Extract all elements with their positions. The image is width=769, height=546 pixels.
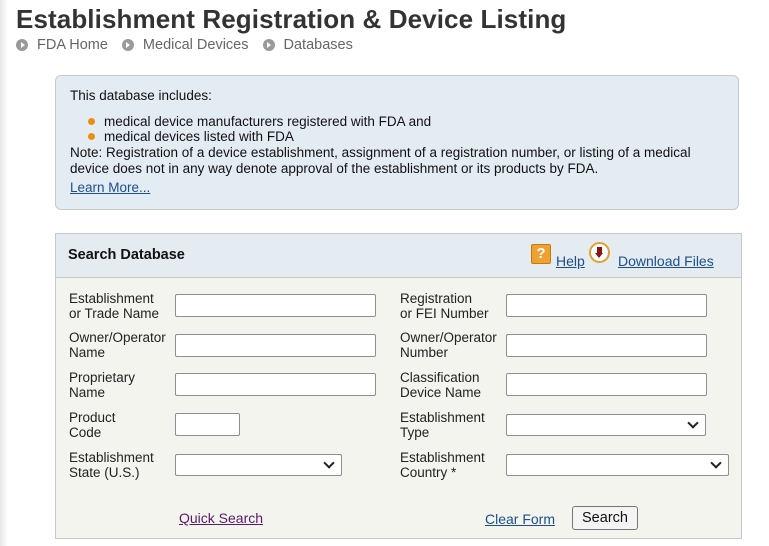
breadcrumb-link-fda-home[interactable]: FDA Home (37, 37, 108, 53)
breadcrumb-item-medical-devices[interactable]: Medical Devices (121, 37, 249, 53)
info-list: medical device manufacturers registered … (70, 114, 724, 144)
establishment-state-label: Establishment State (U.S.) (69, 450, 154, 480)
establishment-name-label: Establishment or Trade Name (69, 291, 160, 321)
owner-number-input[interactable] (506, 334, 707, 357)
download-icon[interactable] (589, 242, 610, 263)
info-list-item: medical devices listed with FDA (88, 129, 724, 144)
clear-form-link[interactable]: Clear Form (485, 511, 555, 527)
product-code-label: Product Code (69, 410, 116, 440)
proprietary-name-label: Proprietary Name (69, 370, 136, 400)
search-title: Search Database (68, 247, 185, 263)
breadcrumb-link-databases[interactable]: Databases (284, 37, 353, 53)
help-icon[interactable]: ? (531, 244, 551, 264)
registration-number-label: Registration or FEI Number (400, 291, 489, 321)
establishment-state-select[interactable] (175, 454, 342, 476)
info-intro: This database includes: (70, 88, 212, 103)
product-code-input[interactable] (175, 413, 240, 436)
download-files-link[interactable]: Download Files (618, 253, 714, 269)
classification-name-label: Classification Device Name (400, 370, 482, 400)
proprietary-name-input[interactable] (175, 373, 376, 396)
quick-search-link[interactable]: Quick Search (179, 510, 263, 526)
chevron-right-icon (16, 39, 28, 51)
help-link[interactable]: Help (556, 253, 585, 269)
search-button[interactable]: Search (572, 506, 638, 530)
chevron-right-icon (262, 39, 275, 51)
establishment-country-label: Establishment Country * (400, 450, 485, 480)
info-list-item: medical device manufacturers registered … (88, 114, 724, 129)
establishment-name-input[interactable] (175, 294, 376, 317)
establishment-country-select[interactable] (506, 454, 729, 476)
establishment-type-select[interactable] (506, 414, 706, 436)
breadcrumb: FDA Home Medical Devices Databases (16, 37, 367, 53)
owner-name-label: Owner/Operator Name (69, 330, 166, 360)
chevron-right-icon (121, 39, 134, 51)
classification-name-input[interactable] (506, 373, 707, 396)
search-database-form: Search Database ? Help Download Files Es… (55, 233, 742, 539)
breadcrumb-item-fda-home[interactable]: FDA Home (16, 37, 108, 53)
owner-name-input[interactable] (175, 334, 376, 357)
search-header: Search Database ? Help Download Files (56, 234, 741, 278)
page-edge-shadow (0, 0, 8, 546)
establishment-type-label: Establishment Type (400, 410, 485, 440)
page-title: Establishment Registration & Device List… (16, 4, 567, 34)
owner-number-label: Owner/Operator Number (400, 330, 497, 360)
info-note: Note: Registration of a device establish… (70, 145, 691, 176)
database-info-box: This database includes: medical device m… (55, 75, 739, 210)
registration-number-input[interactable] (506, 294, 707, 317)
breadcrumb-item-databases[interactable]: Databases (262, 37, 353, 53)
learn-more-link[interactable]: Learn More... (70, 180, 150, 195)
breadcrumb-link-medical-devices[interactable]: Medical Devices (143, 37, 249, 53)
